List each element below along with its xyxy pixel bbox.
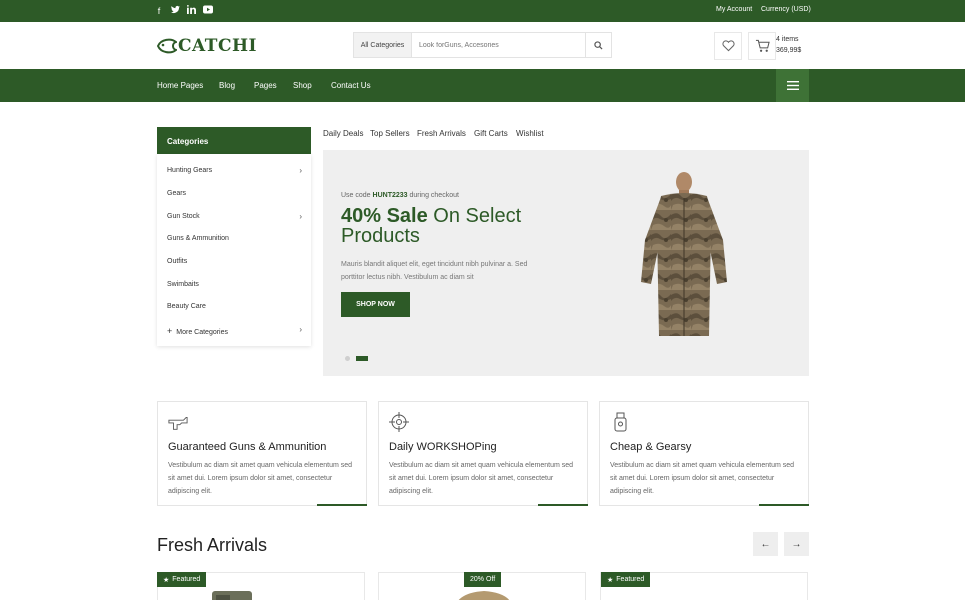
- feature-text: Vestibulum ac diam sit amet quam vehicul…: [168, 462, 353, 495]
- plus-icon: +: [167, 326, 173, 336]
- feature-card-cheap: Cheap & Gearsy Vestibulum ac diam sit am…: [599, 401, 809, 506]
- feature-title: Daily WORKSHOPing: [389, 441, 497, 453]
- promo-code: HUNT2233: [372, 192, 408, 199]
- category-gun-stock[interactable]: Gun Stock ›: [167, 212, 302, 221]
- chevron-right-icon: ›: [299, 212, 302, 221]
- categories-list: Hunting Gears › Gears Gun Stock › Guns &…: [157, 154, 311, 346]
- search-bar: All Categories: [353, 32, 612, 58]
- feature-accent-bar: [759, 504, 809, 506]
- category-label: Gears: [167, 190, 187, 197]
- star-icon: ★: [163, 576, 170, 584]
- banner-description: Mauris blandit aliquet elit, eget tincid…: [341, 261, 528, 281]
- cart-icon: [755, 39, 770, 52]
- nav-shop[interactable]: Shop: [293, 81, 312, 90]
- promo-code-text: Use code HUNT2233 during checkout: [341, 192, 459, 199]
- next-arrow-button[interactable]: →: [784, 532, 809, 556]
- discount-badge: 20% Off: [464, 572, 502, 587]
- tab-fresh-arrivals[interactable]: Fresh Arrivals: [417, 129, 466, 138]
- facebook-icon[interactable]: f: [153, 5, 165, 17]
- wishlist-button[interactable]: [714, 32, 742, 60]
- categories-header: Categories: [157, 127, 311, 154]
- hunting-vest-image: [641, 172, 727, 336]
- promo-code-prefix: Use code: [341, 192, 371, 199]
- logo[interactable]: CATCHI: [157, 36, 257, 56]
- cart-count: 4 items: [776, 36, 799, 43]
- category-gears[interactable]: Gears: [167, 190, 302, 197]
- prev-arrow-button[interactable]: ←: [753, 532, 778, 556]
- fresh-arrivals-heading: Fresh Arrivals: [157, 535, 268, 555]
- badge-label: Featured: [172, 576, 201, 583]
- tab-daily-deals[interactable]: Daily Deals: [323, 129, 363, 138]
- feature-text: Vestibulum ac diam sit amet quam vehicul…: [389, 462, 574, 495]
- heart-icon: [721, 40, 735, 52]
- my-account-link[interactable]: My Account: [716, 6, 752, 13]
- category-label: More Categories: [176, 329, 229, 336]
- hamburger-icon: [786, 81, 799, 90]
- gun-icon: [168, 417, 188, 430]
- slide-dot-1[interactable]: [345, 356, 350, 361]
- promo-code-suffix: during checkout: [409, 192, 459, 199]
- bottle-icon: [614, 412, 627, 432]
- nav-blog[interactable]: Blog: [219, 81, 235, 90]
- tab-top-sellers[interactable]: Top Sellers: [370, 129, 410, 138]
- youtube-icon[interactable]: [202, 5, 214, 17]
- arrow-right-icon: →: [791, 538, 802, 550]
- category-guns-ammunition[interactable]: Guns & Ammunition: [167, 235, 302, 242]
- product-image: [458, 591, 510, 600]
- feature-title: Cheap & Gearsy: [610, 441, 692, 453]
- product-image: [212, 591, 252, 600]
- slide-dot-2-active[interactable]: [356, 356, 368, 361]
- nav-pages[interactable]: Pages: [254, 81, 277, 90]
- chevron-right-icon: ›: [299, 166, 302, 175]
- category-outfits[interactable]: Outfits: [167, 258, 302, 265]
- linkedin-icon[interactable]: [185, 5, 197, 17]
- category-hunting-gears[interactable]: Hunting Gears ›: [167, 166, 302, 175]
- nav-contact-us[interactable]: Contact Us: [331, 81, 371, 90]
- category-beauty-care[interactable]: Beauty Care: [167, 303, 302, 310]
- feature-text: Vestibulum ac diam sit amet quam vehicul…: [610, 462, 795, 495]
- chevron-right-icon: ›: [299, 325, 302, 334]
- promo-banner: Use code HUNT2233 during checkout 40% Sa…: [323, 150, 809, 376]
- category-label: Guns & Ammunition: [167, 235, 229, 242]
- main-nav: Home Pages Blog Pages Shop Contact Us: [0, 69, 965, 102]
- banner-sale: 40% Sale: [341, 205, 428, 227]
- feature-accent-bar: [317, 504, 367, 506]
- category-label: Beauty Care: [167, 303, 206, 310]
- shop-now-button[interactable]: SHOP NOW: [341, 292, 410, 317]
- search-button[interactable]: [585, 33, 611, 57]
- category-more-categories[interactable]: + More Categories ›: [167, 325, 302, 336]
- nav-home-pages[interactable]: Home Pages: [157, 81, 203, 90]
- search-icon: [594, 40, 603, 50]
- logo-fish-icon: [157, 38, 177, 54]
- arrow-left-icon: ←: [760, 538, 771, 550]
- feature-title: Guaranteed Guns & Ammunition: [168, 441, 327, 453]
- feature-accent-bar: [538, 504, 588, 506]
- search-category-select[interactable]: All Categories: [354, 33, 412, 57]
- twitter-icon[interactable]: [169, 5, 181, 17]
- feature-card-guaranteed: Guaranteed Guns & Ammunition Vestibulum …: [157, 401, 367, 506]
- category-swimbaits[interactable]: Swimbaits: [167, 281, 302, 288]
- tab-wishlist[interactable]: Wishlist: [516, 129, 544, 138]
- search-input[interactable]: [412, 33, 585, 57]
- featured-badge: ★ Featured: [601, 572, 651, 587]
- tab-gift-carts[interactable]: Gift Carts: [474, 129, 508, 138]
- featured-badge: ★ Featured: [157, 572, 207, 587]
- menu-toggle-button[interactable]: [776, 69, 809, 102]
- cart-total: 369,99$: [776, 47, 802, 54]
- top-bar: f My Account Currency (USD): [0, 0, 965, 22]
- category-label: Gun Stock: [167, 213, 200, 220]
- category-label: Hunting Gears: [167, 167, 213, 174]
- badge-label: Featured: [616, 576, 645, 583]
- currency-selector[interactable]: Currency (USD): [761, 6, 811, 13]
- category-label: Swimbaits: [167, 281, 199, 288]
- feature-card-workshop: Daily WORKSHOPing Vestibulum ac diam sit…: [378, 401, 588, 506]
- logo-text: CATCHI: [178, 36, 257, 56]
- banner-title: 40% Sale On Select Products: [341, 206, 561, 246]
- star-icon: ★: [607, 576, 614, 584]
- cart-button[interactable]: [748, 32, 776, 60]
- crosshair-icon: [389, 412, 409, 432]
- category-label: Outfits: [167, 258, 188, 265]
